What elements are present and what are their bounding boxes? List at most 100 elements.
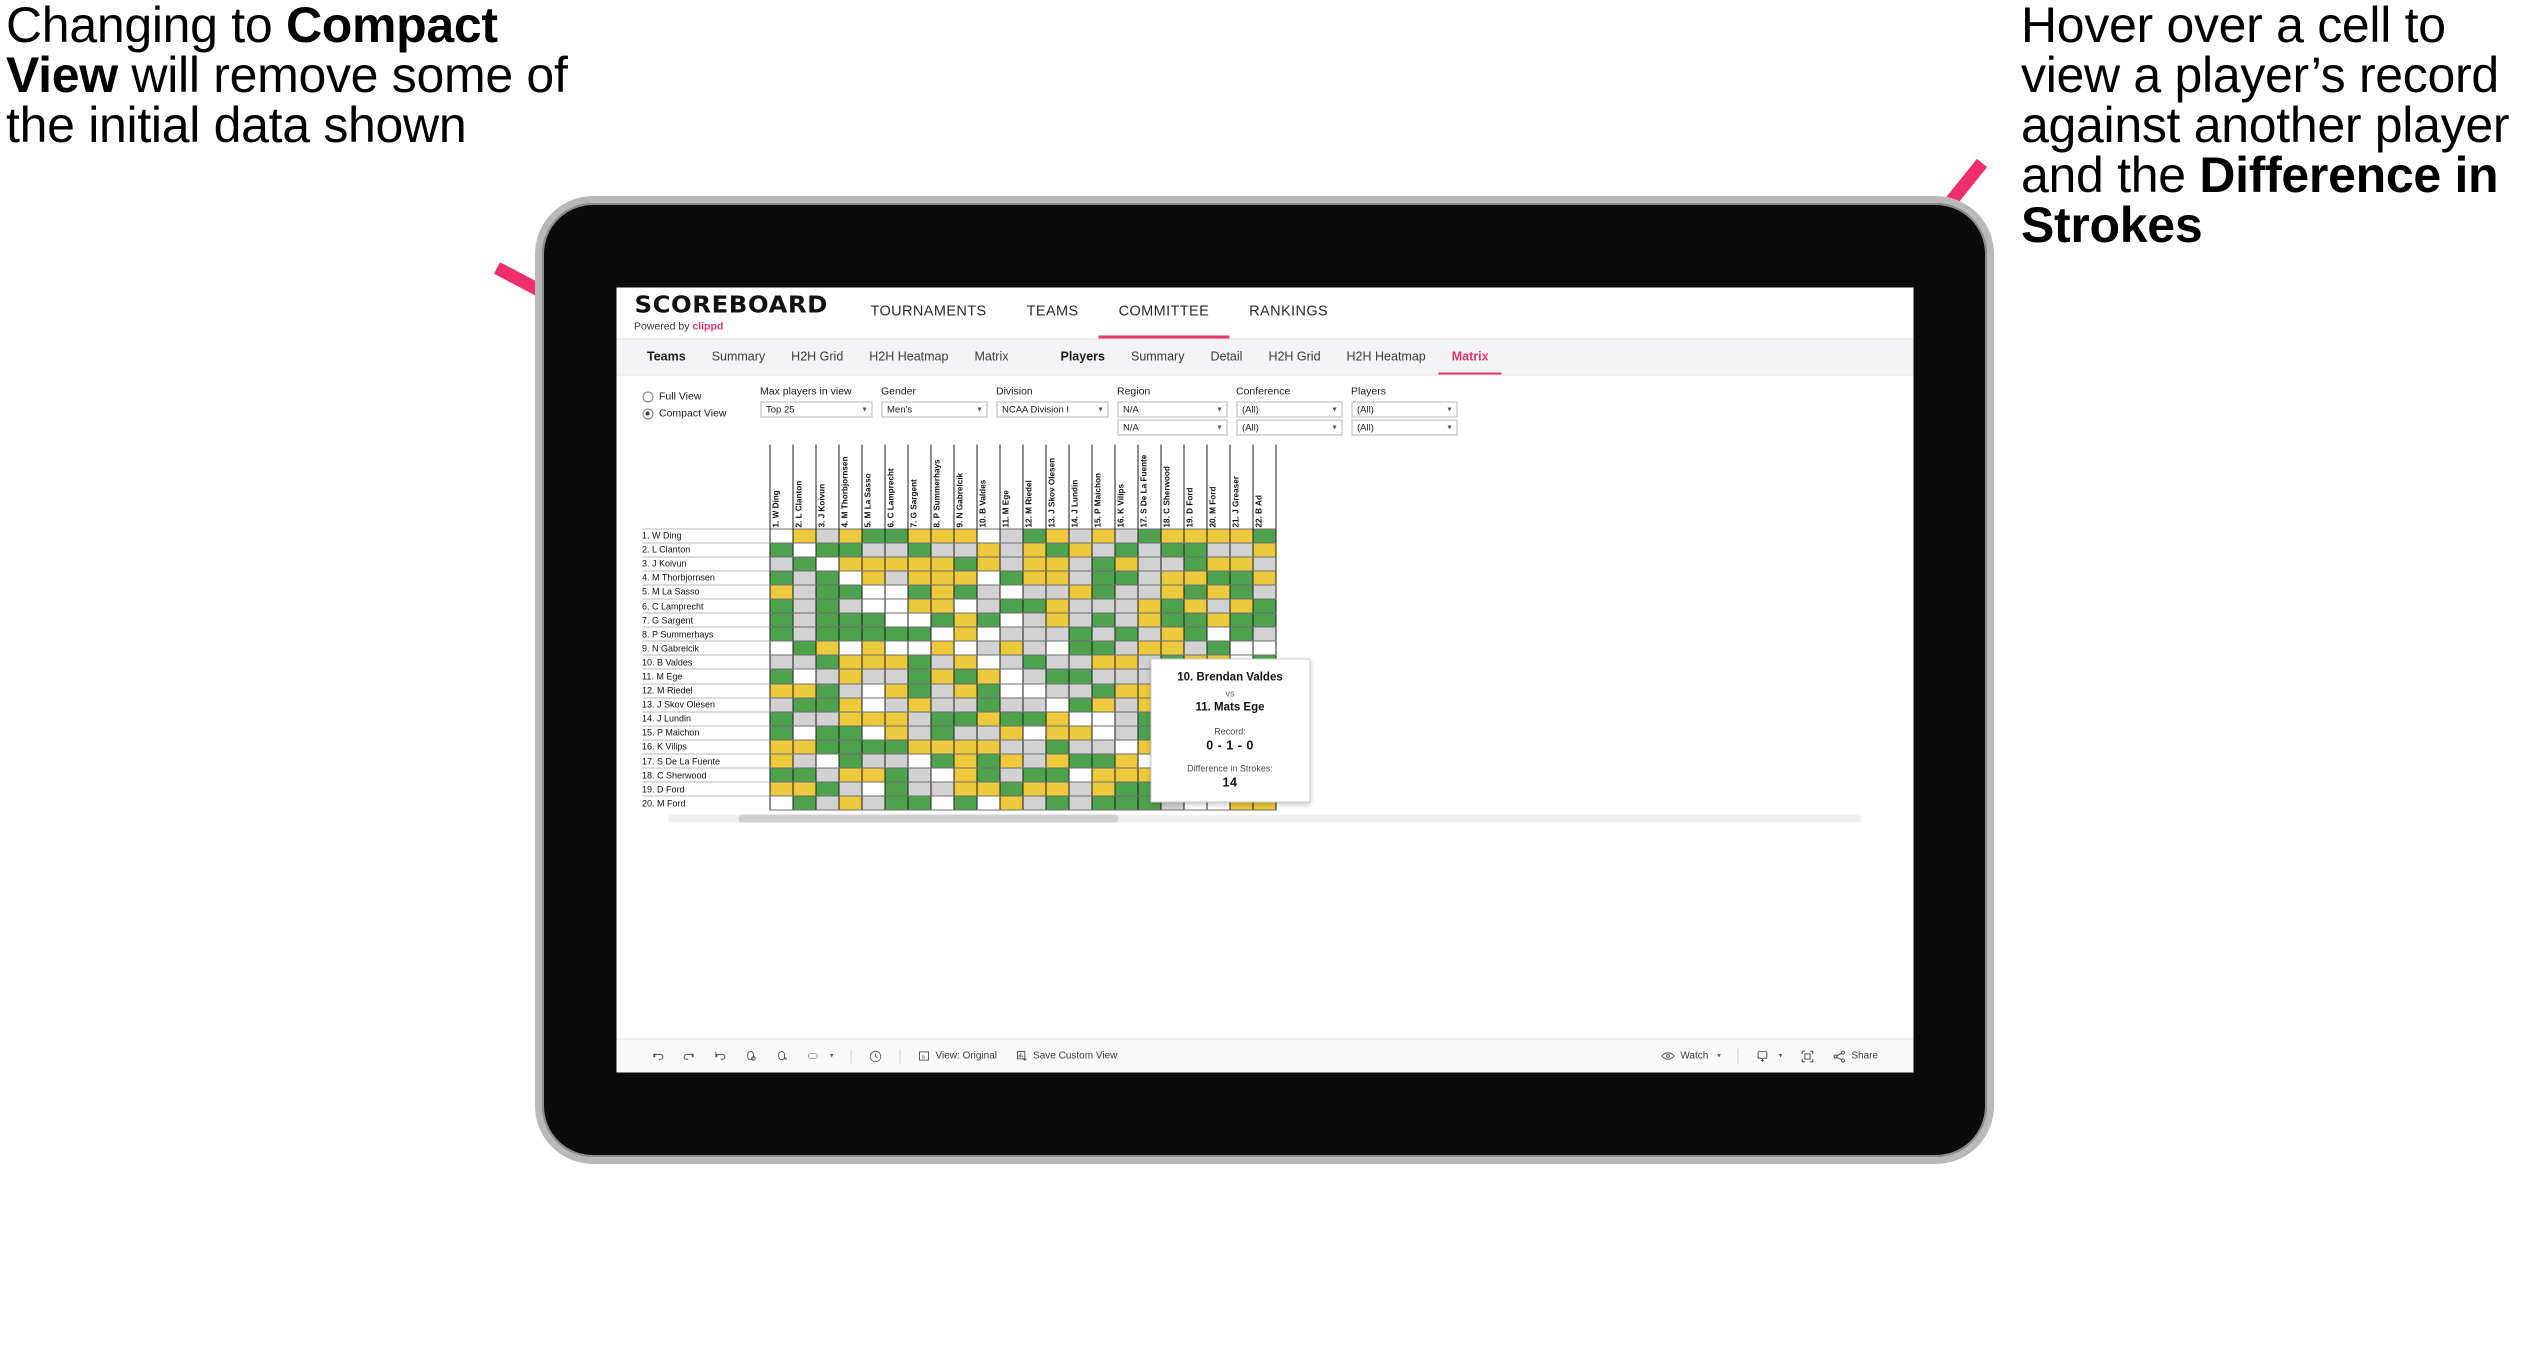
matrix-cell[interactable] (769, 739, 794, 755)
matrix-cell[interactable] (1068, 739, 1093, 755)
matrix-cell[interactable] (1229, 598, 1254, 614)
matrix-cell[interactable] (1114, 640, 1139, 656)
matrix-cell[interactable] (861, 725, 886, 741)
matrix-cell[interactable] (1068, 683, 1093, 699)
matrix-cell[interactable] (1114, 725, 1139, 741)
matrix-cell[interactable] (769, 612, 794, 628)
matrix-cell[interactable] (999, 668, 1024, 685)
matrix-cell[interactable] (1114, 711, 1139, 727)
matrix-cell[interactable] (1068, 612, 1093, 628)
matrix-cell[interactable] (999, 626, 1024, 642)
matrix-cell[interactable] (1068, 725, 1093, 741)
filter-conference-select-2[interactable]: (All) ▼ (1236, 419, 1342, 436)
matrix-cell[interactable] (1022, 725, 1047, 741)
matrix-cell[interactable] (815, 668, 840, 685)
matrix-cell[interactable] (769, 697, 794, 713)
matrix-cell[interactable] (1137, 612, 1162, 628)
matrix-cell[interactable] (1091, 711, 1116, 727)
matrix-cell[interactable] (1206, 612, 1231, 628)
matrix-cell[interactable] (1022, 697, 1047, 713)
matrix-cell[interactable] (976, 711, 1001, 727)
matrix-cell[interactable] (930, 584, 955, 600)
matrix-cell[interactable] (861, 626, 886, 642)
matrix-cell[interactable] (861, 556, 886, 572)
matrix-cell[interactable] (861, 542, 886, 558)
download-button[interactable]: ▾ (1747, 1040, 1792, 1073)
matrix-cell[interactable] (838, 584, 863, 600)
matrix-cell[interactable] (1022, 570, 1047, 586)
matrix-cell[interactable] (1252, 556, 1277, 572)
matrix-cell[interactable] (861, 598, 886, 614)
matrix-cell[interactable] (792, 781, 817, 797)
subtab-players-h2h-heatmap[interactable]: H2H Heatmap (1334, 340, 1439, 375)
matrix-cell[interactable] (1091, 654, 1116, 670)
matrix-cell[interactable] (792, 711, 817, 727)
matrix-cell[interactable] (976, 527, 1001, 544)
matrix-cell[interactable] (1091, 739, 1116, 755)
matrix-cell[interactable] (930, 640, 955, 656)
subtab-players-detail[interactable]: Detail (1197, 340, 1255, 375)
matrix-cell[interactable] (1022, 584, 1047, 600)
matrix-cell[interactable] (838, 640, 863, 656)
matrix-cell[interactable] (1137, 542, 1162, 558)
matrix-cell[interactable] (792, 654, 817, 670)
matrix-cell[interactable] (976, 683, 1001, 699)
filter-max-players-select[interactable]: Top 25 ▼ (760, 401, 872, 418)
matrix-cell[interactable] (907, 527, 932, 544)
matrix-cell[interactable] (953, 711, 978, 727)
undo-button[interactable] (642, 1040, 673, 1073)
matrix-cell[interactable] (999, 697, 1024, 713)
matrix-scroll-viewport[interactable]: 1. W Ding 2. L Clanton 3. J Koivun 4. M Tho… (642, 444, 1887, 813)
matrix-cell[interactable] (1091, 527, 1116, 544)
matrix-cell[interactable] (907, 556, 932, 572)
matrix-cell[interactable] (999, 725, 1024, 741)
matrix-cell[interactable] (769, 753, 794, 769)
matrix-cell[interactable] (792, 739, 817, 755)
matrix-cell[interactable] (1137, 570, 1162, 586)
matrix-cell[interactable] (838, 753, 863, 769)
subtab-teams-h2h-heatmap[interactable]: H2H Heatmap (856, 340, 961, 375)
matrix-cell[interactable] (1160, 598, 1185, 614)
matrix-cell[interactable] (976, 542, 1001, 558)
matrix-cell[interactable] (1114, 753, 1139, 769)
matrix-cell[interactable] (861, 668, 886, 685)
matrix-cell[interactable] (930, 654, 955, 670)
matrix-cell[interactable] (815, 781, 840, 797)
matrix-cell[interactable] (884, 556, 909, 572)
matrix-cell[interactable] (1183, 626, 1208, 642)
matrix-cell[interactable] (976, 584, 1001, 600)
matrix-cell[interactable] (1091, 612, 1116, 628)
matrix-cell[interactable] (1114, 556, 1139, 572)
matrix-cell[interactable] (838, 725, 863, 741)
matrix-cell[interactable] (1114, 570, 1139, 586)
filter-conference-select-1[interactable]: (All) ▼ (1236, 401, 1342, 418)
matrix-cell[interactable] (1183, 584, 1208, 600)
filter-players-select-2[interactable]: (All) ▼ (1351, 419, 1457, 436)
matrix-cell[interactable] (999, 556, 1024, 572)
matrix-cell[interactable] (930, 711, 955, 727)
matrix-cell[interactable] (1022, 767, 1047, 783)
matrix-cell[interactable] (1068, 654, 1093, 670)
matrix-cell[interactable] (1045, 570, 1070, 586)
matrix-cell[interactable] (1091, 668, 1116, 685)
matrix-cell[interactable] (1091, 584, 1116, 600)
matrix-cell[interactable] (907, 683, 932, 699)
matrix-cell[interactable] (1114, 527, 1139, 544)
matrix-cell[interactable] (884, 668, 909, 685)
matrix-cell[interactable] (1068, 711, 1093, 727)
matrix-cell[interactable] (815, 612, 840, 628)
matrix-cell[interactable] (953, 767, 978, 783)
matrix-cell[interactable] (884, 725, 909, 741)
matrix-cell[interactable] (976, 767, 1001, 783)
matrix-cell[interactable] (953, 542, 978, 558)
matrix-cell[interactable] (953, 668, 978, 685)
matrix-cell[interactable] (1068, 542, 1093, 558)
matrix-cell[interactable] (838, 739, 863, 755)
matrix-cell[interactable] (1045, 795, 1070, 811)
revert-button[interactable] (704, 1040, 735, 1073)
matrix-cell[interactable] (838, 683, 863, 699)
matrix-cell[interactable] (815, 739, 840, 755)
matrix-cell[interactable] (861, 640, 886, 656)
matrix-cell[interactable] (999, 781, 1024, 797)
shape-caret-icon[interactable]: ▾ (826, 1053, 834, 1060)
